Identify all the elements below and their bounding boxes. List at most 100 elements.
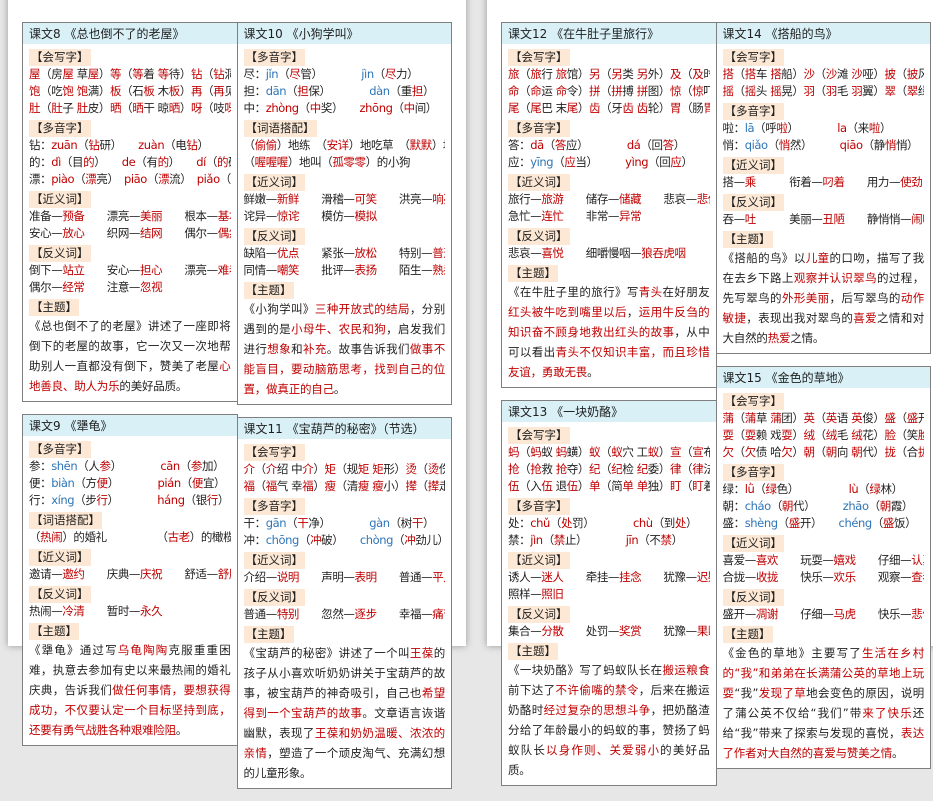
text-run: 蒲 [723, 411, 734, 425]
text-run: 烫 [406, 462, 417, 476]
text-run: 亮） [96, 172, 124, 186]
text-line: 普通—特别 忽然—逐步 幸福—痛苦 [244, 606, 446, 623]
text-run: 盛 [789, 516, 800, 530]
text-run: 吓 [703, 84, 709, 98]
text-run: 忽然— [299, 607, 355, 621]
text-run: 船） [781, 67, 803, 81]
text-run: 纪 [611, 462, 622, 476]
text-line: 蒲（蒲草 蒲团）英（英语 英俊）盛（盛开 兴盛） [723, 410, 925, 427]
text-run: 担 [412, 84, 423, 98]
section-label-row: 【反义词】 [29, 243, 231, 262]
text-line: 旅行—旅游 储存—储藏 悲哀—悲伤 [508, 191, 710, 208]
text-run: 补充 [303, 342, 327, 356]
text-run: 《小狗学叫》 [244, 302, 315, 316]
text-run: 耍 [723, 428, 734, 442]
text-run: 宜） [203, 476, 225, 490]
text-run: 向 [837, 445, 851, 459]
section-label: 【反义词】 [29, 245, 91, 262]
text-run: （ [202, 84, 213, 98]
text-line: 福（福气 幸福）瘦（清瘦 瘦小）撵（撵走 撵逐） [244, 478, 446, 495]
section-label-row: 【反义词】 [508, 604, 710, 623]
text-run: 再 [191, 84, 202, 98]
text-line: 偶尔—经常 注意—忽视 [29, 279, 231, 296]
text-run: 邀约 [62, 567, 84, 581]
text-run: 中： [244, 101, 266, 115]
lesson-card-lesson-9: 课文9 《犟龟》【多音字】参：shēn（人参） cān（参加）便：biàn（方便… [22, 414, 238, 746]
text-run: 屋 [88, 67, 99, 81]
section-label: 【多音字】 [723, 103, 785, 120]
text-run: 储藏 [619, 192, 641, 206]
text-run: 救 [541, 462, 555, 476]
text-run: 忽视 [140, 280, 162, 294]
text-run: 干 晾 [143, 101, 168, 115]
text-run: （ [778, 516, 789, 530]
text-run: 处 [675, 516, 686, 530]
section-label: 【近义词】 [244, 174, 306, 191]
text-run: 肚 [77, 101, 88, 115]
text-run: 偶尔— [29, 280, 62, 294]
lesson-card-lesson-15: 课文15 《金色的草地》【会写字】蒲（蒲草 蒲团）英（英语 英俊）盛（盛开 兴盛… [716, 366, 932, 769]
text-run: 《总也倒不了的老屋》讲述了一座即将倒下的老屋的故事，它一次又一次地帮助别人一直都… [29, 319, 231, 373]
text-line: 漂：piào（漂亮） piāo（漂流） piǎo（漂白） [29, 171, 231, 188]
text-run: （ [872, 516, 883, 530]
section-label-row: 【主题】 [29, 621, 231, 640]
text-run: 破） [321, 533, 360, 547]
text-run: 等 [158, 67, 169, 81]
text-run: 抢 [530, 462, 541, 476]
text-run: 经过复杂的思想斗争 [544, 703, 651, 717]
text-run: 矩 [325, 462, 336, 476]
text-run: ） [180, 101, 191, 115]
section-label: 【主题】 [29, 299, 79, 316]
lesson-card-lesson-13: 课文13 《一块奶酪》【会写字】蚂（蚂蚁 蚂蟥）蚁（蚁穴 工蚁）宣（宣布 宣传）… [501, 400, 717, 786]
lesson-title: 课文14 《搭船的鸟》 [717, 23, 931, 44]
text-line: 抢（抢救 抢夺）纪（纪检 纪委）律（律法 律例） [508, 461, 710, 478]
text-run: 欢乐 [834, 570, 856, 584]
text-run: 外形美丽 [782, 291, 830, 305]
text-run: 吐 [745, 212, 756, 226]
text-run: （ [815, 411, 826, 425]
text-run: jīn [626, 533, 638, 547]
text-run: 头 [756, 84, 770, 98]
text-run: （ [255, 462, 266, 476]
text-run: 挂念 [619, 570, 641, 584]
text-run: 穴 工 [622, 445, 647, 459]
text-run: （方 [74, 476, 96, 490]
text-run: 安心— [29, 226, 62, 240]
text-run: 悲哀— [508, 246, 541, 260]
text-run: 同情— [244, 263, 277, 277]
text-run: （ [896, 67, 907, 81]
text-run: 处： [508, 516, 530, 530]
text-run: 夺） [567, 462, 589, 476]
text-line: 尽：jǐn（尽管） jìn（尽力） [244, 66, 446, 83]
text-run: ） [792, 428, 803, 442]
text-line: 便：biàn（方便） pián（便宜） [29, 475, 231, 492]
text-run: 和 [291, 342, 303, 356]
text-line: 准备—预备 漂亮—美丽 根本—基本 [29, 208, 231, 225]
lesson-body: 【多音字】尽：jǐn（尽管） jìn（尽力）担：dān（担保） dàn（重担）中… [238, 44, 452, 404]
text-run: 前下达了 [508, 683, 556, 697]
text-run: 抢 [508, 462, 519, 476]
text-run: （来 [847, 121, 869, 135]
text-line: 诱人—迷人 牵挂—挂念 犹豫—迟疑 [508, 569, 710, 586]
text-run: 孤零零 [332, 155, 365, 169]
text-run: （ [220, 172, 231, 186]
text-run: 不许偷嘴的禁令 [556, 683, 639, 697]
text-run: 命 [530, 84, 541, 98]
text-run: 喜悦 [541, 246, 563, 260]
section-label: 【多音字】 [508, 498, 570, 515]
text-run: 的： [29, 155, 51, 169]
text-run: （ [255, 479, 266, 493]
text-run: （ [681, 462, 692, 476]
text-run: （ [681, 84, 692, 98]
text-run: ） [313, 479, 324, 493]
text-run: 特别 [277, 607, 299, 621]
theme-paragraph: 《宝葫芦的秘密》讲述了一个叫王葆的孩子从小喜欢听奶奶讲关于宝葫芦的故事，被宝葫芦… [244, 643, 446, 783]
text-run: （ [77, 138, 88, 152]
text-run: ） [578, 479, 589, 493]
text-run: 晒 [132, 101, 143, 115]
text-run: （ [519, 67, 530, 81]
text-run: 绿： [723, 482, 745, 496]
text-run: 英 [826, 411, 837, 425]
text-run: 陌生— [377, 263, 433, 277]
theme-paragraph: 《金色的草地》主要写了生活在乡村的“我”和弟弟在长满蒲公英的草地上玩耍“我”发现… [723, 643, 925, 763]
